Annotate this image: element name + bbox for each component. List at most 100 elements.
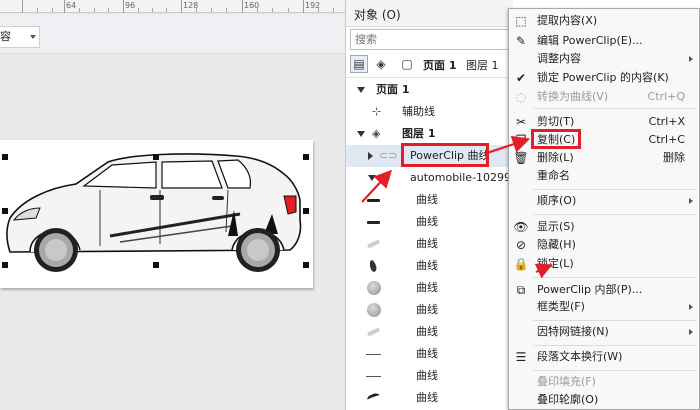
menu-item-internet-link[interactable]: 因特网链接(N) xyxy=(509,321,699,343)
expand-icon[interactable] xyxy=(368,152,373,160)
menu-item-label: 叠印轮廓(O) xyxy=(537,393,599,406)
layer-icon: ◈ xyxy=(372,127,381,140)
page-surface[interactable] xyxy=(0,140,313,288)
menu-separator xyxy=(533,214,697,215)
menu-item-label: 段落文本换行(W) xyxy=(537,350,623,363)
menu-item-label: 转换为曲线(V) xyxy=(537,90,609,103)
menu-item-wrap-paragraph-text[interactable]: ☰ 段落文本换行(W) xyxy=(509,346,699,368)
curve-thumb-icon xyxy=(364,237,384,251)
group-icon: ▬ xyxy=(380,171,391,184)
menu-item-label: 框类型(F) xyxy=(537,300,585,313)
tree-row-curve[interactable]: 曲线 xyxy=(346,255,513,277)
curve-label: 曲线 xyxy=(416,281,438,294)
tree-row-curve[interactable]: 曲线 xyxy=(346,365,513,387)
panel-title: 对象 (O) xyxy=(354,8,401,22)
lock-icon: 🔒 xyxy=(513,257,529,271)
page-icon[interactable]: ▢ xyxy=(398,55,416,73)
curve-label: 曲线 xyxy=(416,193,438,206)
curve-thumb-icon xyxy=(364,369,384,383)
guides-icon: ⊹ xyxy=(372,105,382,118)
selection-handle[interactable] xyxy=(153,154,159,160)
menu-item-convert-to-curves[interactable]: ◌ 转换为曲线(V) Ctrl+Q xyxy=(509,86,699,108)
menu-item-rename[interactable]: 重命名 xyxy=(509,165,699,187)
curve-thumb-icon xyxy=(364,215,384,229)
menu-separator xyxy=(533,277,697,278)
drawing-canvas[interactable]: 64 96 128 160 192 容 xyxy=(0,0,345,410)
selection-handle[interactable] xyxy=(303,154,309,160)
submenu-arrow-icon xyxy=(689,304,693,310)
objects-toolbar: ▤ ◈ ▢ 页面 1 图层 1 xyxy=(346,52,513,78)
expand-icon[interactable] xyxy=(357,87,365,93)
current-layer-label: 图层 1 xyxy=(466,59,499,72)
menu-item-lock[interactable]: 🔒 锁定(L) xyxy=(509,253,699,275)
page-label: 页面 1 xyxy=(376,83,410,96)
submenu-arrow-icon xyxy=(689,329,693,335)
tree-row-group[interactable]: ▬ automobile-1029929. xyxy=(346,167,529,189)
tree-row-curve[interactable]: 曲线 xyxy=(346,211,513,233)
curve-label: 曲线 xyxy=(416,237,438,250)
wrap-text-icon: ☰ xyxy=(515,350,527,364)
selection-handle[interactable] xyxy=(2,154,8,160)
tree-row-curve[interactable]: 曲线 xyxy=(346,233,513,255)
tree-row-curve[interactable]: 曲线 xyxy=(346,189,513,211)
selection-handle[interactable] xyxy=(153,262,159,268)
expand-icon[interactable] xyxy=(368,175,376,181)
highlight-box xyxy=(401,143,489,167)
menu-item-order[interactable]: 顺序(O) xyxy=(509,190,699,212)
menu-shortcut: Ctrl+Q xyxy=(647,90,685,103)
page-view-icon[interactable]: ▤ xyxy=(350,55,368,73)
menu-item-label: 锁定(L) xyxy=(537,257,574,270)
curve-thumb-icon xyxy=(364,259,384,273)
tree-row-curve[interactable]: 曲线 xyxy=(346,277,513,299)
submenu-arrow-icon xyxy=(689,56,693,62)
menu-item-label: 重命名 xyxy=(537,169,570,182)
ruler-label: 64 xyxy=(66,1,77,10)
curve-thumb-icon xyxy=(364,391,384,405)
panel-header: 对象 (O) xyxy=(346,0,513,27)
selection-handle[interactable] xyxy=(2,262,8,268)
objects-panel: 对象 (O) ▤ ◈ ▢ 页面 1 图层 1 页面 1 ⊹ 辅助线 ◈ 图层 1… xyxy=(345,0,529,410)
submenu-arrow-icon xyxy=(689,198,693,204)
content-dropdown-value: 容 xyxy=(0,30,11,43)
menu-item-frame-type[interactable]: 框类型(F) xyxy=(509,296,699,318)
menu-item-extract-contents[interactable]: ⬚ 提取内容(X) xyxy=(509,10,699,32)
tree-row-layer[interactable]: ◈ 图层 1 xyxy=(346,123,513,145)
extract-icon: ⬚ xyxy=(515,14,527,28)
layers-icon[interactable]: ◈ xyxy=(372,55,390,73)
selection-handle[interactable] xyxy=(303,208,309,214)
curve-label: 曲线 xyxy=(416,259,438,272)
tree-row-page[interactable]: 页面 1 xyxy=(346,79,513,101)
menu-item-label: 因特网链接(N) xyxy=(537,325,609,338)
expand-icon[interactable] xyxy=(357,131,365,137)
curve-label: 曲线 xyxy=(416,391,438,404)
search-input[interactable] xyxy=(350,29,512,50)
content-dropdown[interactable]: 容 xyxy=(0,26,40,48)
curve-label: 曲线 xyxy=(416,215,438,228)
highlight-box xyxy=(531,129,581,149)
tree-row-curve[interactable]: 曲线 xyxy=(346,321,513,343)
guides-label: 辅助线 xyxy=(402,105,435,118)
tree-row-curve[interactable]: 曲线 xyxy=(346,387,513,409)
menu-separator xyxy=(533,108,697,109)
powerclip-thumb-icon: ⊂⊃ xyxy=(379,149,398,162)
curve-thumb-icon xyxy=(364,303,384,317)
ruler-label: 96 xyxy=(125,1,136,10)
chevron-down-icon xyxy=(30,35,36,39)
curve-thumb-icon xyxy=(364,193,384,207)
tree-row-guides[interactable]: ⊹ 辅助线 xyxy=(346,101,513,123)
curve-thumb-icon xyxy=(364,325,384,339)
curve-label: 曲线 xyxy=(416,347,438,360)
curve-label: 曲线 xyxy=(416,369,438,382)
menu-item-overprint-outline[interactable]: 叠印轮廓(O) xyxy=(509,389,699,410)
menu-item-label: 提取内容(X) xyxy=(537,14,598,27)
tree-row-curve[interactable]: 曲线 xyxy=(346,299,513,321)
curve-thumb-icon xyxy=(364,347,384,361)
horizontal-ruler[interactable]: 64 96 128 160 192 xyxy=(0,0,345,13)
selection-handle[interactable] xyxy=(2,208,8,214)
current-page-label: 页面 1 xyxy=(423,59,457,72)
convert-curve-icon: ◌ xyxy=(515,90,527,104)
property-bar: 容 xyxy=(0,14,345,54)
curve-label: 曲线 xyxy=(416,325,438,338)
tree-row-curve[interactable]: 曲线 xyxy=(346,343,513,365)
selection-handle[interactable] xyxy=(303,262,309,268)
